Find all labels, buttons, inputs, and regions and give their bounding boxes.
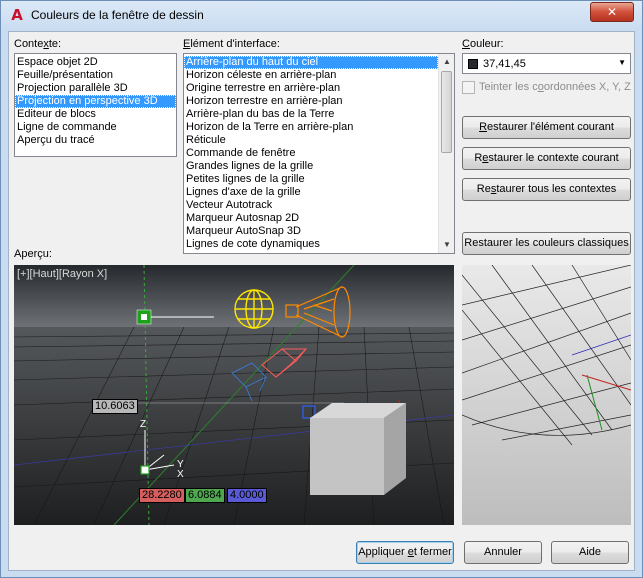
restore-element-button[interactable]: Restaurer l'élément courant: [462, 116, 631, 139]
element-list-item[interactable]: Lignes d'axe de la grille: [184, 186, 438, 199]
element-list-item[interactable]: Marqueur AutoSnap 3D: [184, 225, 438, 238]
color-swatch: [468, 59, 478, 69]
element-scrollbar[interactable]: ▲ ▼: [438, 54, 454, 253]
color-value: 37,41,45: [483, 58, 526, 70]
coord-z-box: 4.0000: [227, 488, 267, 503]
axis-z-label: Z: [140, 419, 147, 430]
element-label: Elément d'interface:: [183, 38, 280, 50]
element-list-item[interactable]: Petites lignes de la grille: [184, 173, 438, 186]
dialog-body: Contexte: Espace objet 2D Feuille/présent…: [8, 31, 635, 571]
dropdown-arrow-icon[interactable]: ▼: [618, 58, 626, 67]
title-bar[interactable]: A Couleurs de la fenêtre de dessin ✕: [1, 1, 642, 31]
context-list-item[interactable]: Editeur de blocs: [15, 108, 176, 121]
cube: [310, 403, 406, 495]
context-listbox[interactable]: Espace objet 2D Feuille/présentation Proje…: [14, 53, 177, 157]
side-preview-scene: [462, 265, 631, 525]
preview-viewport: [+][Haut][Rayon X] 10.6063 Z Y X 28.2280…: [14, 265, 454, 525]
element-list-item[interactable]: Horizon terrestre en arrière-plan: [184, 95, 438, 108]
context-list-item[interactable]: Feuille/présentation: [15, 69, 176, 82]
autocad-app-icon: A: [11, 6, 23, 24]
element-list-item[interactable]: Arrière-plan du haut du ciel: [184, 56, 438, 69]
element-list-item[interactable]: Horizon céleste en arrière-plan: [184, 69, 438, 82]
preview-label: Aperçu:: [14, 248, 52, 260]
element-list-item[interactable]: Vecteur Autotrack: [184, 199, 438, 212]
scroll-thumb[interactable]: [441, 71, 452, 153]
context-list-item[interactable]: Ligne de commande: [15, 121, 176, 134]
restore-all-contexts-button[interactable]: Restaurer tous les contextes: [462, 178, 631, 201]
point-light-glyph: [234, 289, 274, 329]
element-list-item[interactable]: Lignes de cote dynamiques: [184, 238, 438, 251]
window-title: Couleurs de la fenêtre de dessin: [31, 8, 204, 22]
scroll-up-icon[interactable]: ▲: [439, 54, 454, 70]
scroll-down-icon[interactable]: ▼: [439, 237, 454, 253]
element-list-item[interactable]: Réticule: [184, 134, 438, 147]
tint-xyz-label: Teinter les coordonnées X, Y, Z: [479, 81, 631, 93]
context-label: Contexte:: [14, 38, 62, 50]
coord-x-box: 28.2280: [139, 488, 185, 503]
color-dropdown[interactable]: 37,41,45 ▼: [462, 53, 631, 74]
restore-classic-colors-button[interactable]: Restaurer les couleurs classiques: [462, 232, 631, 255]
element-list-item[interactable]: Horizon de la Terre en arrière-plan: [184, 121, 438, 134]
close-button[interactable]: ✕: [590, 2, 634, 22]
element-list-item[interactable]: Commande de fenêtre: [184, 147, 438, 160]
color-label: Couleur:: [462, 38, 504, 50]
help-button[interactable]: Aide: [551, 541, 629, 564]
context-list-item[interactable]: Projection parallèle 3D: [15, 82, 176, 95]
element-list-item[interactable]: Origine terrestre en arrière-plan: [184, 82, 438, 95]
preview-scene: [14, 265, 454, 525]
context-list-item[interactable]: Aperçu du tracé: [15, 134, 176, 147]
side-preview: [462, 265, 631, 525]
tint-xyz-checkbox[interactable]: [462, 81, 475, 94]
cancel-button[interactable]: Annuler: [464, 541, 542, 564]
axis-x-label: X: [177, 469, 184, 480]
dialog-window: A Couleurs de la fenêtre de dessin ✕ Con…: [0, 0, 643, 578]
context-list-item[interactable]: Projection en perspective 3D: [15, 95, 176, 108]
element-listbox[interactable]: Arrière-plan du haut du ciel Horizon céle…: [183, 53, 455, 254]
viewport-label: [+][Haut][Rayon X]: [17, 268, 108, 280]
dimension-length-box: 10.6063: [92, 399, 138, 414]
restore-context-button[interactable]: Restaurer le contexte courant: [462, 147, 631, 170]
apply-close-button[interactable]: Appliquer et fermer: [356, 541, 454, 564]
element-list-item[interactable]: Grandes lignes de la grille: [184, 160, 438, 173]
element-list-item[interactable]: Arrière-plan du bas de la Terre: [184, 108, 438, 121]
element-list-item[interactable]: Marqueur Autosnap 2D: [184, 212, 438, 225]
coord-y-box: 6.0884: [185, 488, 225, 503]
context-list-item[interactable]: Espace objet 2D: [15, 56, 176, 69]
